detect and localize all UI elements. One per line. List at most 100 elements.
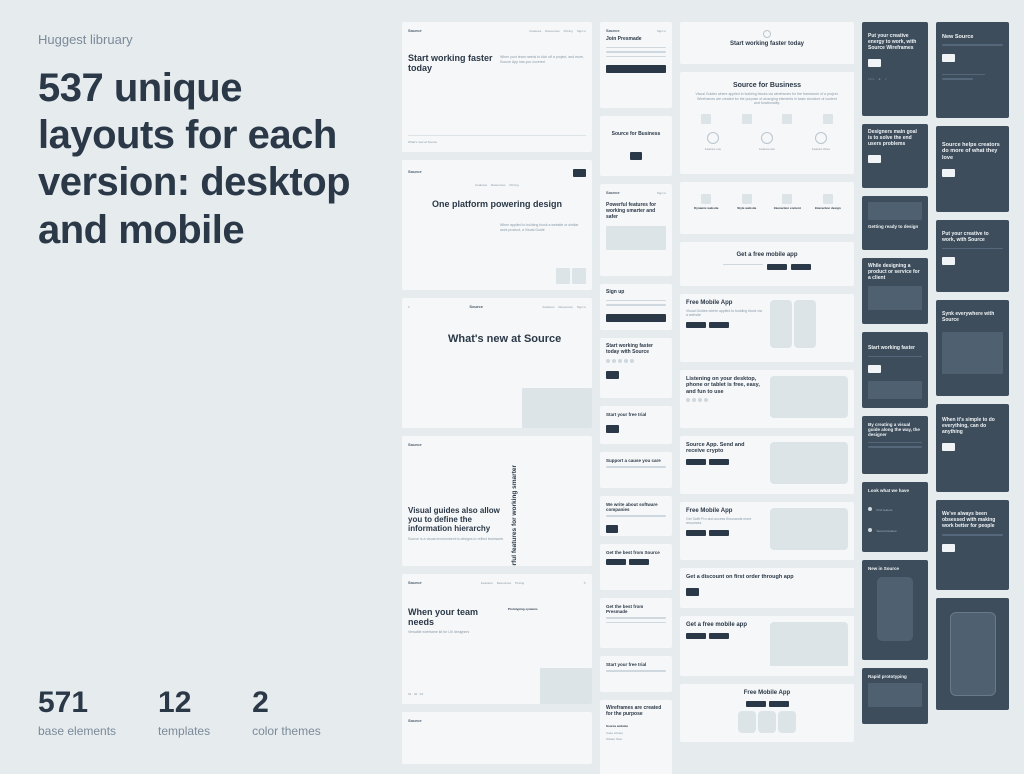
nav: Features <box>543 305 555 309</box>
btn <box>868 155 881 163</box>
wireframe-card: Source Visual guides also allow you to d… <box>402 436 592 566</box>
wireframe-card: SourceFeaturesResourcesPricing✎ When you… <box>402 574 592 704</box>
btn <box>606 425 619 433</box>
icon-label: Dynamic website <box>686 206 727 210</box>
stat-elements: 571 base elements <box>38 688 116 738</box>
btn <box>630 152 643 160</box>
card-sub: Versatile wireframe kit for UX designers <box>408 630 502 635</box>
card-title: Start your free trial <box>606 662 666 667</box>
wireframe-card: Support a cause you care <box>600 452 672 488</box>
card-title: We write about software companies <box>606 502 666 512</box>
feat: Feature two <box>740 147 794 151</box>
wireframe-card: New Source <box>936 22 1009 118</box>
card-title: Free Mobile App <box>686 690 848 697</box>
wireframe-card: Start working faster <box>862 332 928 408</box>
wireframe-card: ≡SourceFeaturesResourcesSign in What's n… <box>402 298 592 428</box>
nav: Pricing <box>510 183 519 187</box>
list-item: First feature <box>876 508 892 512</box>
stat-templates: 12 templates <box>158 688 210 738</box>
btn <box>686 588 699 596</box>
card-title: Start your free trial <box>606 412 666 417</box>
card-title: Join Presmade <box>606 37 666 43</box>
stat-label: base elements <box>38 724 116 738</box>
wireframe-card: Start working faster today with Source <box>600 338 672 398</box>
card-title: Free Mobile App <box>686 508 764 515</box>
card-sub: Visual Guides where applied to building … <box>686 92 848 106</box>
wireframe-card: Designers main goal is to solve the end … <box>862 124 928 188</box>
stat-themes: 2 color themes <box>252 688 321 738</box>
btn <box>942 54 955 62</box>
btn <box>942 169 955 177</box>
wireframe-card: We write about software companies <box>600 496 672 536</box>
wireframe-card: Synk everywhere with Source <box>936 300 1009 396</box>
card-title: Powerful features for working smarter an… <box>606 203 666 220</box>
side-label: Prototyping systems <box>508 607 586 611</box>
wireframe-card: Get a free mobile app <box>680 616 854 676</box>
card-title: New Source <box>942 34 1003 40</box>
wireframe-card: Rapid prototyping <box>862 668 928 724</box>
nav: Sign in <box>577 305 586 309</box>
wireframe-card: Getting ready to design <box>862 196 928 250</box>
wireframe-card: Free Mobile AppGet Swift Pro and access … <box>680 502 854 560</box>
card-title: Put your creative energy to work, with S… <box>868 34 922 51</box>
stat-num: 12 <box>158 688 210 718</box>
card-title: Visual guides also allow you to define t… <box>408 506 505 534</box>
stat-label: color themes <box>252 724 321 738</box>
card-title: Get a discount on first order through ap… <box>686 574 848 580</box>
wireframe-card: Source helps creators do more of what th… <box>936 126 1009 212</box>
list-item: Second feature <box>876 529 896 533</box>
vertical-label: Powerful features for working smarter <box>511 465 586 566</box>
card-title: Wireframes are created for the purpose <box>606 706 666 718</box>
nav: Sign in <box>577 29 586 33</box>
card-title: Put your creative to work, with Source <box>942 232 1003 244</box>
wireframe-card: Listening on your desktop, phone or tabl… <box>680 370 854 428</box>
stats-row: 571 base elements 12 templates 2 color t… <box>38 688 321 738</box>
card-sub: Source is a visual environment to design… <box>408 537 505 542</box>
card-title: Start working faster <box>868 346 922 352</box>
card-title: Start working faster today with Source <box>606 344 666 356</box>
card-sub: Visual Guides where applied to building … <box>686 309 764 318</box>
eyebrow-label: Huggest libruary <box>38 32 383 47</box>
card-sub: When your team needs to kick off a proje… <box>500 55 586 80</box>
wireframe-card: SourceSign in Powerful features for work… <box>600 184 672 276</box>
wireframe-card: Dynamic website Style website Interactio… <box>680 182 854 234</box>
card-title: When it's simple to do everything, can d… <box>942 418 1003 435</box>
card-sub: When applied to building block a website… <box>500 223 586 232</box>
wireframe-card: Start your free trial <box>600 656 672 692</box>
wireframe-card: Wireframes are created for the purpose S… <box>600 700 672 774</box>
feat: Feature one <box>686 147 740 151</box>
nav: Features <box>475 183 487 187</box>
icon-label: Interaction design <box>808 206 849 210</box>
wireframe-card: Source App. Send and receive crypto <box>680 436 854 494</box>
wireframe-card: Get the best from Presmade <box>600 598 672 648</box>
btn <box>942 257 955 265</box>
wireframe-card: Start working faster today <box>680 22 854 64</box>
wireframe-card: Get a discount on first order through ap… <box>680 568 854 608</box>
wireframe-card: Put your creative to work, with Source <box>936 220 1009 292</box>
wireframe-card: SourceFeaturesResourcesPricingSign in St… <box>402 22 592 152</box>
card-title: Source for Business <box>606 132 666 138</box>
btn <box>942 544 955 552</box>
card-title: By creating a visual guide along the way… <box>868 422 922 438</box>
card-title: Synk everywhere with Source <box>942 312 1003 324</box>
btn <box>606 525 618 533</box>
list-item: Sticker Sets <box>606 737 666 741</box>
btn <box>606 371 619 379</box>
card-title: What's new at Source <box>448 333 586 346</box>
card-title: Designers main goal is to solve the end … <box>868 130 922 147</box>
nav: Features <box>529 29 541 33</box>
wireframe-card: Source <box>402 712 592 764</box>
wireframe-card: Source for Business <box>600 116 672 176</box>
nav: Features <box>481 581 493 585</box>
brand: Source <box>469 304 483 309</box>
wireframe-card: Sign up <box>600 284 672 330</box>
card-title: Source for Business <box>686 82 848 90</box>
wireframe-card <box>936 598 1009 710</box>
nav: Sign in <box>657 191 666 195</box>
stat-label: templates <box>158 724 210 738</box>
btn <box>868 59 881 67</box>
nav: Resources <box>497 581 511 585</box>
card-title: Getting ready to design <box>868 224 922 229</box>
btn <box>606 314 666 322</box>
brand: Source <box>408 28 422 33</box>
